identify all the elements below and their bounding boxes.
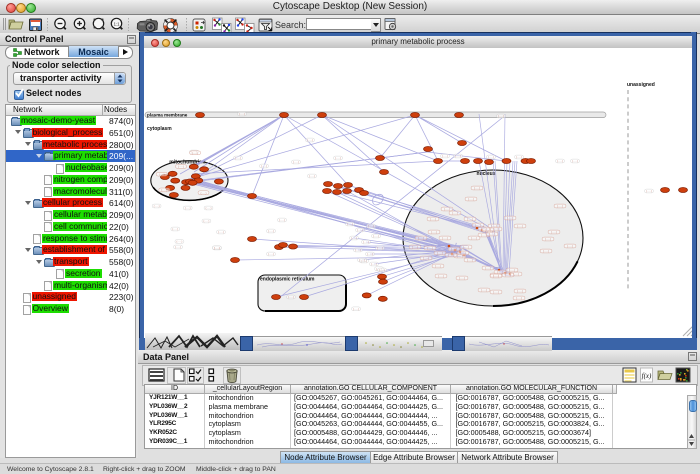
svg-text:(····): (····) — [288, 295, 294, 299]
svg-text:(····): (····) — [493, 274, 499, 278]
svg-text:(····): (····) — [646, 189, 652, 193]
svg-text:(····): (····) — [572, 159, 578, 163]
svg-text:(····): (····) — [459, 276, 465, 280]
svg-text:(····): (····) — [427, 246, 433, 250]
svg-text:f(x): f(x) — [642, 372, 652, 380]
svg-text:(····): (····) — [363, 240, 369, 244]
svg-text:(····): (····) — [442, 154, 448, 158]
svg-text:(····): (····) — [154, 204, 160, 208]
svg-text:cytoplasm: cytoplasm — [147, 126, 172, 132]
svg-text:(····): (····) — [543, 249, 549, 253]
svg-text:(····): (····) — [351, 236, 357, 240]
svg-text:(····): (····) — [474, 186, 480, 190]
svg-text:(····): (····) — [357, 228, 363, 232]
svg-text:(····): (····) — [371, 262, 377, 266]
svg-text:(····): (····) — [463, 245, 469, 249]
svg-text:(····): (····) — [455, 154, 461, 158]
svg-text:(····): (····) — [488, 155, 494, 159]
svg-text:(····): (····) — [493, 290, 499, 294]
svg-text:(····): (····) — [460, 251, 466, 255]
svg-text:(····): (····) — [435, 264, 441, 268]
svg-text:(····): (····) — [493, 227, 499, 231]
svg-text:(····): (····) — [545, 237, 551, 241]
svg-text:(····): (····) — [505, 273, 511, 277]
svg-text:unassigned: unassigned — [627, 82, 655, 88]
svg-text:(····): (····) — [481, 288, 487, 292]
svg-text:(····): (····) — [373, 234, 379, 238]
svg-text:(····): (····) — [218, 230, 224, 234]
svg-text:(····): (····) — [444, 207, 450, 211]
svg-text:(····): (····) — [423, 256, 429, 260]
svg-text:(····): (····) — [430, 217, 436, 221]
svg-text:(····): (····) — [175, 245, 181, 249]
svg-text:(····): (····) — [516, 155, 522, 159]
svg-text:(····): (····) — [309, 174, 315, 178]
svg-text:(····): (····) — [203, 219, 209, 223]
svg-text:nucleus: nucleus — [477, 171, 496, 177]
svg-text:(····): (····) — [448, 253, 454, 257]
svg-text:(····): (····) — [279, 218, 285, 222]
svg-text:(····): (····) — [178, 165, 184, 169]
svg-text:(····): (····) — [206, 206, 212, 210]
svg-text:plasma membrane: plasma membrane — [147, 113, 188, 118]
svg-text:(····): (····) — [452, 211, 458, 215]
svg-text:(····): (····) — [185, 206, 191, 210]
svg-text:(····): (····) — [214, 246, 220, 250]
svg-text:(····): (····) — [379, 268, 385, 272]
svg-text:(····): (····) — [567, 244, 573, 248]
svg-text:(····): (····) — [347, 222, 353, 226]
svg-text:(····): (····) — [517, 289, 523, 293]
svg-text:(····): (····) — [468, 197, 474, 201]
svg-text:(····): (····) — [442, 236, 448, 240]
svg-text:(····): (····) — [192, 151, 198, 155]
svg-text:(····): (····) — [359, 258, 365, 262]
svg-text:(····): (····) — [471, 236, 477, 240]
svg-text:(····): (····) — [368, 224, 374, 228]
svg-text:(····): (····) — [239, 112, 245, 116]
svg-text:(····): (····) — [293, 160, 299, 164]
svg-text:(····): (····) — [418, 236, 424, 240]
svg-text:(····): (····) — [353, 307, 359, 311]
svg-text:(····): (····) — [172, 227, 178, 231]
svg-text:(····): (····) — [557, 204, 563, 208]
svg-text:(····): (····) — [268, 229, 274, 233]
svg-text:(····): (····) — [235, 156, 241, 160]
svg-text:(····): (····) — [355, 248, 361, 252]
svg-text:(····): (····) — [437, 251, 443, 255]
svg-text:(····): (····) — [485, 266, 491, 270]
svg-text:(····): (····) — [377, 246, 383, 250]
svg-text:(····): (····) — [467, 258, 473, 262]
svg-text:(····): (····) — [489, 232, 495, 236]
svg-text:(····): (····) — [261, 164, 267, 168]
svg-text:(····): (····) — [509, 268, 515, 272]
svg-text:(····): (····) — [431, 230, 437, 234]
svg-text:(····): (····) — [498, 114, 504, 118]
svg-text:(····): (····) — [517, 224, 523, 228]
svg-text:(····): (····) — [551, 230, 557, 234]
svg-text:(····): (····) — [451, 247, 457, 251]
svg-text:(····): (····) — [335, 156, 341, 160]
svg-text:(····): (····) — [201, 191, 207, 195]
svg-text:(····): (····) — [176, 240, 182, 244]
svg-text:(····): (····) — [161, 188, 167, 192]
svg-text:(····): (····) — [367, 252, 373, 256]
svg-text:(····): (····) — [412, 245, 418, 249]
svg-text:(····): (····) — [467, 217, 473, 221]
svg-text:endoplasmic reticulum: endoplasmic reticulum — [260, 277, 315, 283]
svg-text:(····): (····) — [268, 252, 274, 256]
svg-text:(····): (····) — [507, 216, 513, 220]
svg-text:(····): (····) — [481, 227, 487, 231]
svg-text:(····): (····) — [307, 138, 313, 142]
svg-text:(····): (····) — [516, 296, 522, 300]
svg-text:(····): (····) — [438, 274, 444, 278]
svg-text:(····): (····) — [159, 172, 165, 176]
svg-text:(····): (····) — [557, 159, 563, 163]
svg-text:1:1: 1:1 — [114, 21, 120, 26]
